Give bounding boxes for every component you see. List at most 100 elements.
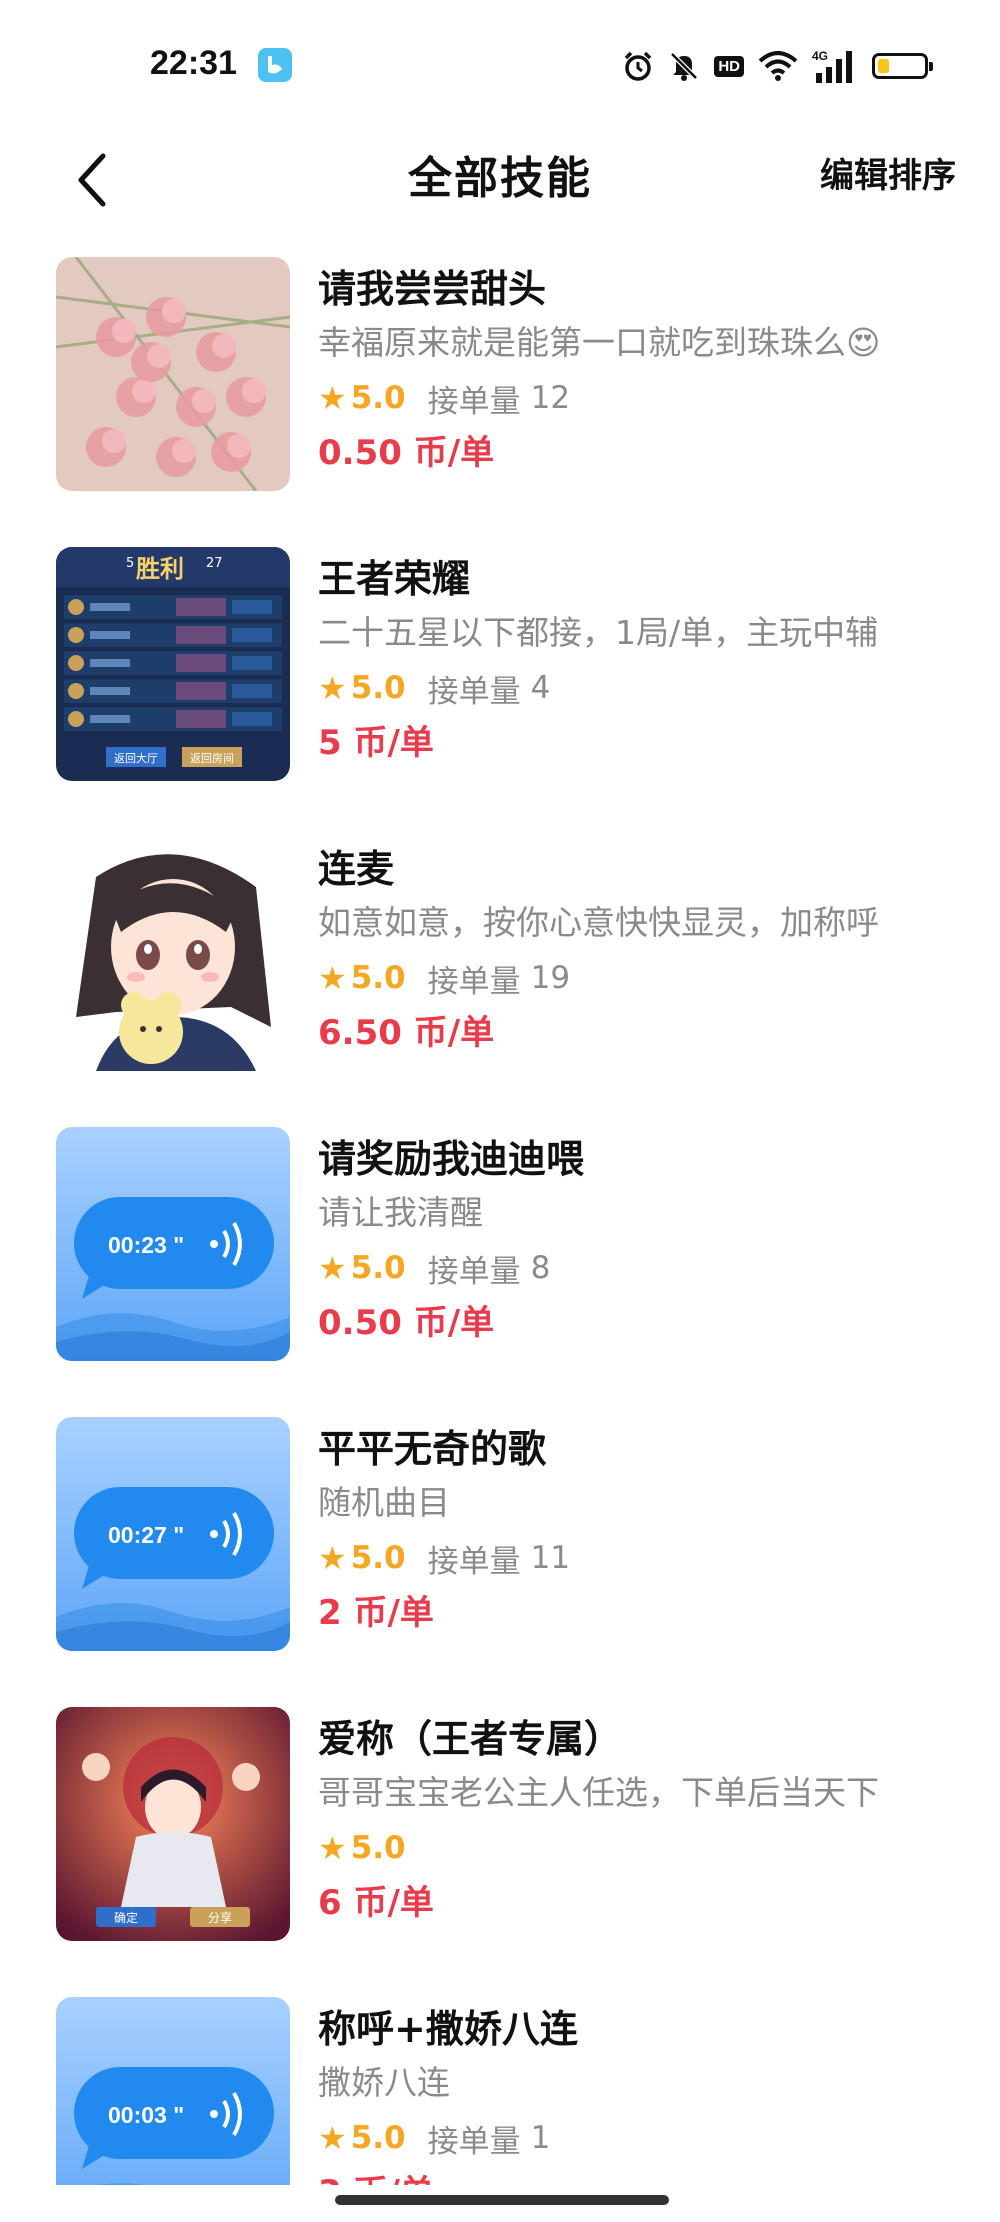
network-label: 4G (812, 49, 828, 63)
score-left: 5 (126, 556, 134, 571)
skill-rating: 5.0 (350, 1830, 406, 1866)
skill-info: 王者荣耀 二十五星以下都接，1局/单，主玩中辅 ★ 5.0 接单量 4 5 币/… (318, 553, 958, 771)
bell-off-icon (668, 50, 700, 82)
skill-price: 2 币/单 (318, 1593, 434, 1633)
skill-name: 请奖励我迪迪喂 (318, 1137, 585, 1181)
orders-count: 12 (530, 380, 571, 416)
hd-badge: HD (714, 55, 744, 77)
orders-label: 接单量 (427, 2123, 521, 2160)
battery-icon (872, 53, 933, 79)
skill-list: 请我尝尝甜头 幸福原来就是能第一口就吃到珠珠么😍 ★ 5.0 接单量 12 0.… (0, 255, 1000, 2185)
star-icon: ★ (318, 2119, 347, 2157)
nav-header: 全部技能 编辑排序 (0, 130, 1000, 240)
skill-rating: 5.0 (350, 960, 406, 996)
skill-item[interactable]: 请我尝尝甜头 幸福原来就是能第一口就吃到珠珠么😍 ★ 5.0 接单量 12 0.… (0, 255, 1000, 545)
skill-description: 幸福原来就是能第一口就吃到珠珠么😍 (318, 323, 881, 362)
orders-label: 接单量 (427, 383, 521, 420)
thumb-btn-ok: 确定 (114, 1910, 138, 1925)
battery-level (878, 59, 889, 73)
skill-rating: 5.0 (350, 670, 406, 706)
skill-description: 哥哥宝宝老公主人任选，下单后当天下 (318, 1773, 879, 1812)
star-icon: ★ (318, 1249, 347, 1287)
skill-meta: ★ 5.0 接单量 11 (318, 1531, 958, 1585)
orders-label: 接单量 (427, 1543, 521, 1580)
voice-duration: 00:27 " (108, 1522, 184, 1548)
status-bar: 22:31 HD 4G (0, 0, 1000, 130)
orders-count: 11 (530, 1540, 571, 1576)
orders-count: 19 (530, 960, 571, 996)
orders-label: 接单量 (427, 673, 521, 710)
skill-thumbnail (56, 837, 290, 1071)
skill-item[interactable]: 连麦 如意如意，按你心意快快显灵，加称呼 ★ 5.0 接单量 19 6.50 币… (0, 835, 1000, 1125)
orders-count: 4 (530, 670, 551, 706)
skill-name: 连麦 (318, 847, 395, 891)
thumb-btn-lobby: 返回大厅 (114, 751, 158, 765)
skill-thumbnail: 胜利 5 27 返回大厅 返回房间 (56, 547, 290, 781)
voice-duration: 00:03 " (108, 2102, 184, 2128)
skill-description: 请让我清醒 (318, 1193, 483, 1232)
skill-price: 0.50 币/单 (318, 1303, 495, 1343)
orders-count: 8 (530, 1250, 551, 1286)
orders-label: 接单量 (427, 963, 521, 1000)
skill-thumbnail: 00:27 " (56, 1417, 290, 1651)
skill-item[interactable]: 00:27 " 平平无奇的歌 随机曲目 ★ 5.0 接单量 11 2 币/单 (0, 1415, 1000, 1705)
skill-name: 爱称（王者专属） (318, 1717, 623, 1761)
star-icon: ★ (318, 1539, 347, 1577)
home-indicator[interactable] (335, 2195, 669, 2205)
skill-item[interactable]: 00:03 " 称呼+撒娇八连 撒娇八连 ★ 5.0 接单量 1 3 币/单 (0, 1995, 1000, 2185)
skill-name: 请我尝尝甜头 (318, 267, 547, 311)
thumb-btn-share: 分享 (208, 1910, 232, 1925)
skill-meta: ★ 5.0 接单量 19 (318, 951, 958, 1005)
status-icons: HD 4G (622, 46, 933, 86)
skill-price: 6 币/单 (318, 1883, 434, 1923)
orders-count: 1 (530, 2120, 551, 2156)
skill-description: 二十五星以下都接，1局/单，主玩中辅 (318, 613, 879, 652)
skill-rating: 5.0 (350, 380, 406, 416)
victory-label: 胜利 (136, 555, 184, 583)
skill-price: 6.50 币/单 (318, 1013, 495, 1053)
edit-sort-button[interactable]: 编辑排序 (820, 148, 956, 197)
skill-info: 爱称（王者专属） 哥哥宝宝老公主人任选，下单后当天下 ★ 5.0 6 币/单 (318, 1713, 958, 1931)
app-notification-icon (258, 48, 292, 82)
skill-description: 如意如意，按你心意快快显灵，加称呼 (318, 903, 879, 942)
skill-meta: ★ 5.0 接单量 12 (318, 371, 958, 425)
skill-info: 请我尝尝甜头 幸福原来就是能第一口就吃到珠珠么😍 ★ 5.0 接单量 12 0.… (318, 263, 958, 481)
skill-description: 随机曲目 (318, 1483, 450, 1522)
skill-thumbnail: 确定 分享 (56, 1707, 290, 1941)
wifi-icon (758, 51, 798, 81)
star-icon: ★ (318, 1829, 347, 1867)
skill-name: 平平无奇的歌 (318, 1427, 547, 1471)
skill-thumbnail (56, 257, 290, 491)
alarm-icon (622, 50, 654, 82)
star-icon: ★ (318, 669, 347, 707)
skill-rating: 5.0 (350, 1540, 406, 1576)
signal-icon: 4G (812, 49, 858, 83)
skill-meta: ★ 5.0 接单量 1 (318, 2111, 958, 2165)
skill-rating: 5.0 (350, 1250, 406, 1286)
skill-item[interactable]: 确定 分享 爱称（王者专属） 哥哥宝宝老公主人任选，下单后当天下 ★ 5.0 6… (0, 1705, 1000, 1995)
skill-meta: ★ 5.0 接单量 4 (318, 661, 958, 715)
skill-price: 0.50 币/单 (318, 433, 495, 473)
score-right: 27 (206, 556, 223, 571)
skill-rating: 5.0 (350, 2120, 406, 2156)
skill-info: 连麦 如意如意，按你心意快快显灵，加称呼 ★ 5.0 接单量 19 6.50 币… (318, 843, 958, 1061)
orders-label: 接单量 (427, 1253, 521, 1290)
thumb-btn-room: 返回房间 (190, 752, 234, 765)
status-time: 22:31 (150, 44, 237, 82)
skill-info: 请奖励我迪迪喂 请让我清醒 ★ 5.0 接单量 8 0.50 币/单 (318, 1133, 958, 1351)
voice-duration: 00:23 " (108, 1232, 184, 1258)
star-icon: ★ (318, 959, 347, 997)
skill-info: 称呼+撒娇八连 撒娇八连 ★ 5.0 接单量 1 3 币/单 (318, 2003, 958, 2185)
skill-thumbnail: 00:23 " (56, 1127, 290, 1361)
skill-meta: ★ 5.0 接单量 8 (318, 1241, 958, 1295)
skill-description: 撒娇八连 (318, 2063, 450, 2102)
skill-name: 王者荣耀 (318, 557, 471, 601)
skill-meta: ★ 5.0 (318, 1821, 958, 1875)
skill-item[interactable]: 胜利 5 27 返回大厅 返回房间 王者荣耀 二十五星以下都接，1局/单，主玩中… (0, 545, 1000, 835)
skill-info: 平平无奇的歌 随机曲目 ★ 5.0 接单量 11 2 币/单 (318, 1423, 958, 1641)
skill-item[interactable]: 00:23 " 请奖励我迪迪喂 请让我清醒 ★ 5.0 接单量 8 0.50 币… (0, 1125, 1000, 1415)
skill-thumbnail: 00:03 " (56, 1997, 290, 2185)
skill-price: 3 币/单 (318, 2165, 958, 2185)
skill-price: 5 币/单 (318, 723, 434, 763)
star-icon: ★ (318, 379, 347, 417)
